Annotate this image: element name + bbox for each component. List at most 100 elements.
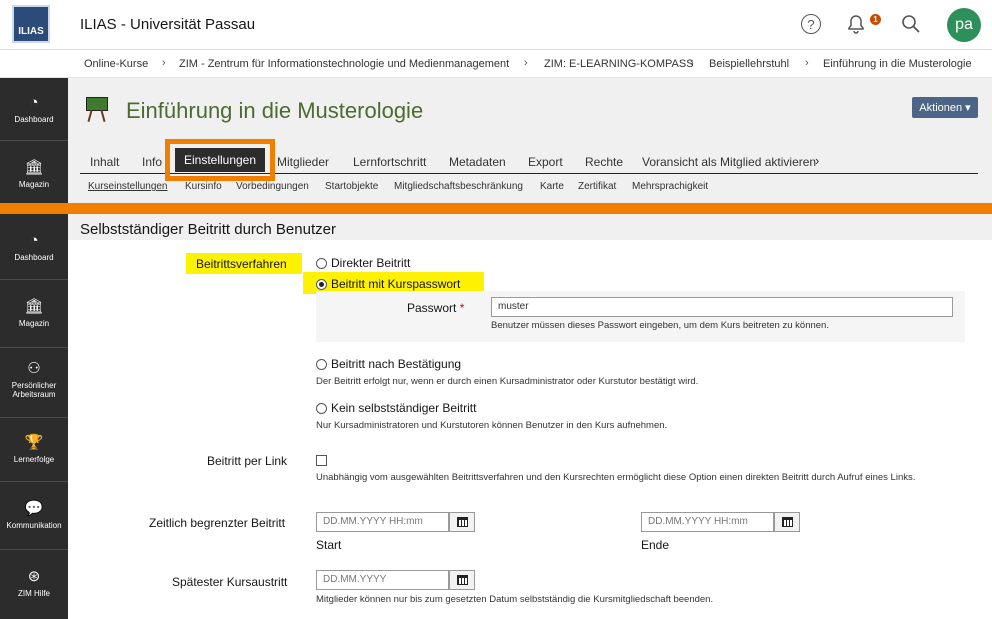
end-datetime-input[interactable]: DD.MM.YYYY HH:mm (641, 512, 774, 532)
form-section-title: Selbstständiger Beitritt durch Benutzer (80, 221, 336, 238)
tab-lernfortschritt[interactable]: Lernfortschritt (353, 155, 426, 169)
sidebar-item-dashboard[interactable]: ◔ Dashboard (0, 214, 68, 280)
radio-button-selected[interactable] (316, 278, 327, 290)
chevron-right-icon: › (690, 57, 694, 69)
ilias-logo[interactable]: ILIAS (12, 5, 50, 43)
actions-dropdown-button[interactable]: Aktionen ▾ (912, 97, 978, 118)
main-sidebar-top: ◔ Dashboard 🏛 Magazin (0, 78, 68, 203)
settings-form: Selbstständiger Beitritt durch Benutzer … (68, 214, 992, 619)
radio-none-label: Kein selbstständiger Beitritt (331, 401, 477, 415)
end-calendar-button[interactable] (774, 512, 800, 532)
avatar[interactable]: pa (947, 8, 981, 42)
breadcrumb-item[interactable]: Online-Kurse (84, 58, 148, 70)
calendar-icon (456, 575, 468, 585)
sidebar-item-kommunikation[interactable]: 💬 Kommunikation (0, 482, 68, 550)
tab-mitglieder[interactable]: Mitglieder (277, 155, 329, 169)
link-join-label: Beitritt per Link (207, 454, 288, 468)
chevron-right-icon[interactable]: › (815, 153, 819, 168)
link-join-hint: Unabhängig vom ausgewählten Beitrittsver… (316, 472, 916, 483)
sidebar-item-label: Magazin (18, 319, 50, 328)
trophy-icon: 🏆 (24, 434, 44, 451)
radio-confirmation[interactable]: Beitritt nach Bestätigung (316, 357, 461, 371)
radio-password[interactable]: Beitritt mit Kurspasswort (316, 277, 460, 291)
search-icon[interactable] (900, 13, 922, 35)
sidebar-item-persoenlicher-arbeitsraum[interactable]: ⚇ Persönlicher Arbeitsraum (0, 348, 68, 418)
radio-direct-label: Direkter Beitritt (331, 256, 411, 270)
course-icon (86, 97, 108, 123)
tab-voransicht[interactable]: Voransicht als Mitglied aktivieren (642, 155, 816, 169)
calendar-icon (781, 517, 793, 527)
main-sidebar: ◔ Dashboard 🏛 Magazin ⚇ Persönlicher Arb… (0, 214, 68, 619)
breadcrumb-item[interactable]: Beispiellehrstuhl (709, 58, 789, 70)
subtab-startobjekte[interactable]: Startobjekte (325, 181, 378, 192)
end-label: Ende (641, 538, 670, 552)
sidebar-item-dashboard[interactable]: ◔ Dashboard (0, 78, 68, 141)
chevron-right-icon: › (805, 57, 809, 69)
radio-confirmation-label: Beitritt nach Bestätigung (331, 357, 462, 371)
orange-divider (0, 203, 992, 214)
tab-highlight-frame (165, 139, 275, 181)
subtab-karte[interactable]: Karte (540, 181, 564, 192)
tab-info[interactable]: Info (142, 155, 162, 169)
sidebar-item-label: Magazin (18, 180, 50, 189)
radio-direct[interactable]: Direkter Beitritt (316, 256, 410, 270)
radio-password-label: Beitritt mit Kurspasswort (331, 277, 461, 291)
start-label: Start (316, 538, 342, 552)
start-datetime-input[interactable]: DD.MM.YYYY HH:mm (316, 512, 449, 532)
leave-calendar-button[interactable] (449, 570, 475, 590)
logo-text: ILIAS (18, 26, 44, 37)
password-label-text: Passwort (407, 301, 457, 315)
top-bar: ILIAS ILIAS - Universität Passau ? 1 pa (0, 0, 992, 50)
subtab-mehrsprachigkeit[interactable]: Mehrsprachigkeit (632, 181, 708, 192)
link-join-checkbox[interactable] (316, 455, 327, 466)
gauge-icon: ◔ (29, 232, 39, 249)
breadcrumb-item[interactable]: Einführung in die Musterologie (823, 58, 972, 70)
breadcrumb-item[interactable]: ZIM: E-LEARNING-KOMPASS (544, 58, 694, 70)
building-icon: 🏛 (24, 159, 44, 176)
tab-inhalt[interactable]: Inhalt (90, 155, 119, 169)
sidebar-item-label: Dashboard (14, 115, 54, 124)
brand-title[interactable]: ILIAS - Universität Passau (80, 16, 255, 33)
lifebuoy-icon: ⊛ (27, 568, 41, 585)
sidebar-item-label: Dashboard (14, 253, 54, 262)
tab-rechte[interactable]: Rechte (585, 155, 623, 169)
sidebar-item-label: Lernerfolge (13, 455, 55, 464)
sidebar-item-label: Kommunikation (6, 521, 62, 530)
none-hint: Nur Kursadministratoren und Kurstutoren … (316, 420, 668, 431)
radio-button[interactable] (316, 358, 327, 370)
page-title: Einführung in die Musterologie (126, 98, 424, 123)
subtab-kurseinstellungen[interactable]: Kurseinstellungen (88, 181, 168, 192)
sidebar-item-magazin[interactable]: 🏛 Magazin (0, 280, 68, 348)
subtab-zertifikat[interactable]: Zertifikat (578, 181, 616, 192)
sidebar-item-lernerfolge[interactable]: 🏆 Lernerfolge (0, 418, 68, 482)
limited-join-label: Zeitlich begrenzter Beitritt (149, 516, 286, 530)
subtab-vorbedingungen[interactable]: Vorbedingungen (236, 181, 309, 192)
chat-icon: 💬 (24, 500, 44, 517)
radio-button[interactable] (316, 257, 327, 269)
bell-icon[interactable] (845, 13, 867, 35)
building-icon: 🏛 (24, 298, 44, 315)
radio-button[interactable] (316, 402, 327, 414)
subtab-mitgliedschaftsbeschraenkung[interactable]: Mitgliedschaftsbeschränkung (394, 181, 523, 192)
sidebar-item-zim-hilfe[interactable]: ⊛ ZIM Hilfe (0, 550, 68, 619)
leave-date-input[interactable]: DD.MM.YYYY (316, 570, 449, 590)
tab-export[interactable]: Export (528, 155, 563, 169)
start-calendar-button[interactable] (449, 512, 475, 532)
required-marker: * (459, 301, 465, 315)
chevron-right-icon: › (524, 57, 528, 69)
tab-metadaten[interactable]: Metadaten (449, 155, 506, 169)
person-icon: ⚇ (27, 360, 41, 377)
join-method-label: Beitrittsverfahren (196, 257, 287, 271)
chevron-right-icon: › (162, 57, 166, 69)
password-hint: Benutzer müssen dieses Passwort eingeben… (491, 320, 829, 331)
sidebar-item-label: ZIM Hilfe (18, 589, 50, 598)
sidebar-item-label: Persönlicher Arbeitsraum (11, 381, 57, 399)
password-input[interactable]: muster (491, 297, 953, 317)
help-icon[interactable]: ? (801, 14, 821, 34)
sidebar-item-magazin[interactable]: 🏛 Magazin (0, 141, 68, 203)
confirmation-hint: Der Beitritt erfolgt nur, wenn er durch … (316, 376, 699, 387)
subtab-kursinfo[interactable]: Kursinfo (185, 181, 222, 192)
breadcrumb-item[interactable]: ZIM - Zentrum für Informationstechnologi… (179, 58, 509, 70)
notification-badge: 1 (870, 14, 881, 25)
radio-none[interactable]: Kein selbstständiger Beitritt (316, 401, 476, 415)
